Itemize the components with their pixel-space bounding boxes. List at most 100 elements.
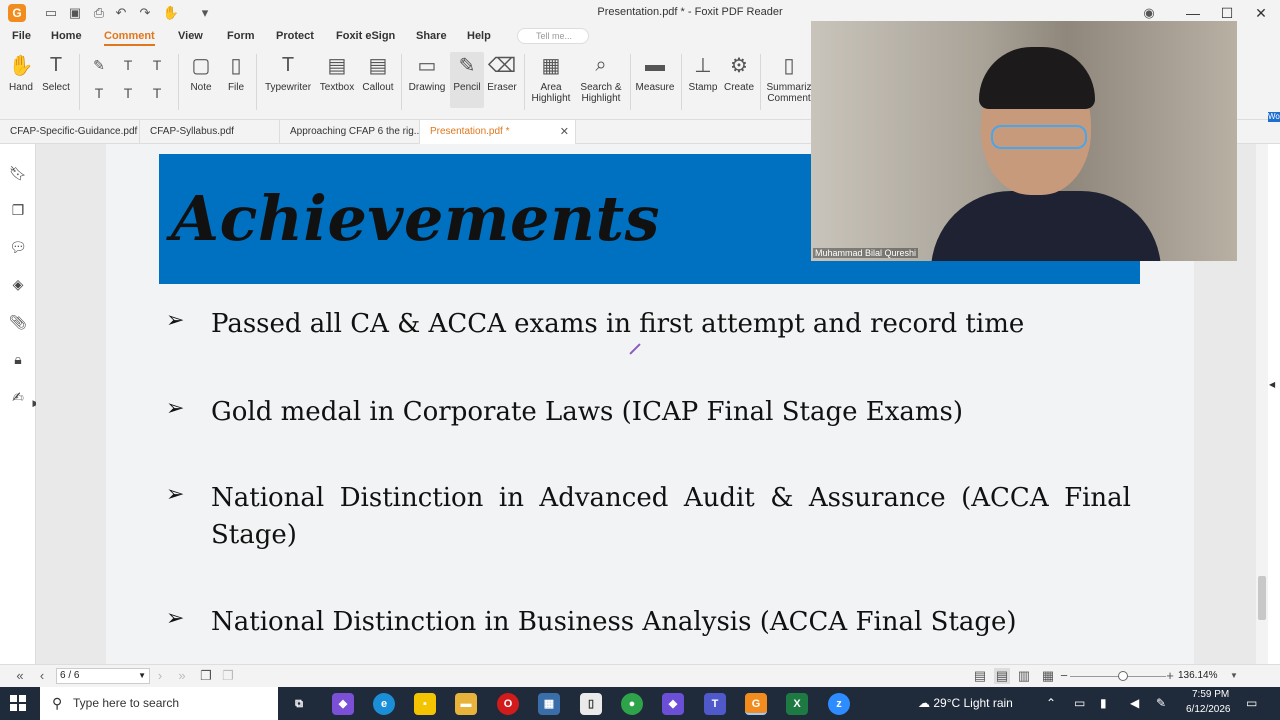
tab-cfap-specific-guidance[interactable]: CFAP-Specific-Guidance.pdf	[0, 120, 140, 144]
vertical-scrollbar[interactable]	[1256, 144, 1268, 664]
textbox-button[interactable]: ▤ Textbox	[318, 52, 356, 94]
redo-icon[interactable]: ↷	[136, 4, 154, 22]
eraser-button[interactable]: ⌫ Eraser	[486, 52, 518, 94]
comments-icon[interactable]: 💬︎	[9, 238, 27, 256]
underline-text-icon[interactable]: T	[119, 56, 137, 74]
sticky-notes-icon[interactable]: ▪	[414, 693, 436, 715]
strikeout-text-icon[interactable]: T	[90, 84, 108, 102]
select-tool-button[interactable]: T Select	[40, 52, 72, 94]
attachments-icon[interactable]: 📎︎	[9, 313, 27, 331]
collapse-panel-chevron-icon[interactable]: ◀	[1269, 380, 1275, 389]
opera-browser-icon[interactable]: O	[497, 693, 519, 715]
zoom-app-icon[interactable]: z	[828, 693, 850, 715]
page-dropdown-chevron-icon[interactable]: ▼	[138, 669, 146, 683]
hand-tool-button[interactable]: ✋ Hand	[4, 52, 38, 94]
menu-view[interactable]: View	[178, 30, 203, 42]
create-button[interactable]: ⚙ Create	[722, 52, 756, 94]
video-call-window[interactable]: Muhammad Bilal Qureshi	[811, 21, 1237, 261]
bullet-arrow-icon: ➢	[166, 396, 185, 421]
facing-view-icon[interactable]: ▥	[1016, 668, 1032, 684]
microsoft-store-icon[interactable]: ▦	[538, 693, 560, 715]
show-hidden-icons-chevron-icon[interactable]: ⌃	[1046, 696, 1056, 710]
zoom-slider-knob[interactable]	[1118, 671, 1128, 681]
pencil-button[interactable]: ✎ Pencil	[450, 52, 484, 108]
m365-icon[interactable]: ◆	[662, 693, 684, 715]
paste-page-icon[interactable]: ❐	[220, 668, 236, 684]
zoom-in-icon[interactable]: +	[1162, 668, 1178, 684]
copy-page-icon[interactable]: ❐	[198, 668, 214, 684]
area-highlight-button[interactable]: ▦ Area Highlight	[528, 52, 574, 105]
tell-me-search[interactable]: Tell me...	[517, 28, 589, 44]
notepad-icon[interactable]: ▯	[580, 693, 602, 715]
first-page-icon[interactable]: «	[12, 668, 28, 684]
teams-icon[interactable]: T	[704, 693, 726, 715]
next-page-icon[interactable]: ›	[152, 668, 168, 684]
menu-comment[interactable]: Comment	[104, 30, 155, 46]
open-folder-icon[interactable]: ▭	[42, 4, 60, 22]
meet-now-icon[interactable]: ▭	[1074, 696, 1085, 710]
clock-time[interactable]: 7:59 PM	[1192, 689, 1229, 700]
file-attachment-button[interactable]: ▯ File	[222, 52, 250, 94]
menu-home[interactable]: Home	[51, 30, 82, 42]
layers-icon[interactable]: ◈	[9, 275, 27, 293]
squiggly-text-icon[interactable]: T	[148, 56, 166, 74]
tab-cfap-syllabus[interactable]: CFAP-Syllabus.pdf	[140, 120, 280, 144]
single-page-view-icon[interactable]: ▤	[972, 668, 988, 684]
print-icon[interactable]: ⎙	[90, 4, 108, 22]
menu-share[interactable]: Share	[416, 30, 447, 42]
continuous-view-icon[interactable]: ▤	[994, 668, 1010, 684]
security-lock-icon[interactable]: 🔒︎	[9, 350, 27, 368]
menu-foxit-esign[interactable]: Foxit eSign	[336, 30, 395, 42]
tab-presentation[interactable]: Presentation.pdf * ✕	[420, 120, 576, 144]
menu-help[interactable]: Help	[467, 30, 491, 42]
continuous-facing-view-icon[interactable]: ▦	[1040, 668, 1056, 684]
signature-icon[interactable]: ✍︎	[9, 388, 27, 406]
volume-icon[interactable]: ◀	[1130, 696, 1139, 710]
search-highlight-button[interactable]: ⌕ Search & Highlight	[578, 52, 624, 105]
menu-protect[interactable]: Protect	[276, 30, 314, 42]
replace-text-icon[interactable]: T	[119, 84, 137, 102]
copilot-icon[interactable]: ◆	[332, 693, 354, 715]
close-window-button[interactable]: ✕	[1244, 0, 1278, 26]
word-badge[interactable]: Word	[1268, 112, 1280, 122]
close-tab-icon[interactable]: ✕	[560, 120, 569, 144]
edge-browser-icon[interactable]: e	[373, 693, 395, 715]
insert-text-icon[interactable]: T	[148, 84, 166, 102]
zoom-level[interactable]: 136.14%	[1178, 670, 1217, 681]
summarize-comments-button[interactable]: ▯ Summariz Comment	[766, 52, 812, 105]
drawing-button[interactable]: ▭ Drawing	[406, 52, 448, 94]
excel-icon[interactable]: X	[786, 693, 808, 715]
notifications-icon[interactable]: ▭	[1246, 696, 1257, 710]
pages-icon[interactable]: ❐	[9, 201, 27, 219]
chrome-browser-icon[interactable]: ●	[621, 693, 643, 715]
hand-tool-icon[interactable]: ✋	[162, 4, 180, 22]
menu-form[interactable]: Form	[227, 30, 255, 42]
microphone-icon[interactable]: ▮	[1100, 696, 1107, 710]
task-view-icon[interactable]: ⧉	[288, 693, 310, 715]
customize-chevron-icon[interactable]: ▾	[196, 4, 214, 22]
undo-icon[interactable]: ↶	[112, 4, 130, 22]
typewriter-button[interactable]: T Typewriter	[262, 52, 314, 94]
callout-button[interactable]: ▤ Callout	[360, 52, 396, 94]
foxit-taskbar-icon[interactable]: G	[745, 693, 767, 715]
stamp-button[interactable]: ⊥ Stamp	[686, 52, 720, 94]
scrollbar-thumb[interactable]	[1258, 576, 1266, 620]
taskbar-search-input[interactable]: ⚲ Type here to search	[40, 687, 278, 720]
note-button[interactable]: ▢ Note	[186, 52, 216, 94]
bookmark-icon[interactable]: 🔖︎	[9, 164, 27, 182]
pen-icon[interactable]: ✎	[1156, 696, 1166, 710]
tab-approaching-cfap-6[interactable]: Approaching CFAP 6 the rig...	[280, 120, 420, 144]
file-explorer-icon[interactable]: ▬	[455, 693, 477, 715]
last-page-icon[interactable]: »	[174, 668, 190, 684]
measure-button[interactable]: ▬ Measure	[634, 52, 676, 94]
zoom-dropdown-chevron-icon[interactable]: ▼	[1226, 668, 1242, 684]
page-number-input[interactable]: 6 / 6 ▼	[56, 668, 150, 684]
clock-date[interactable]: 6/12/2026	[1186, 704, 1231, 715]
menu-file[interactable]: File	[12, 30, 31, 42]
weather-widget[interactable]: ☁ 29°C Light rain	[918, 696, 1013, 710]
highlight-icon[interactable]: ✎	[90, 56, 108, 74]
account-icon[interactable]: ◉	[1140, 4, 1158, 22]
previous-page-icon[interactable]: ‹	[34, 668, 50, 684]
save-icon[interactable]: ▣	[66, 4, 84, 22]
windows-start-icon[interactable]	[10, 695, 26, 711]
